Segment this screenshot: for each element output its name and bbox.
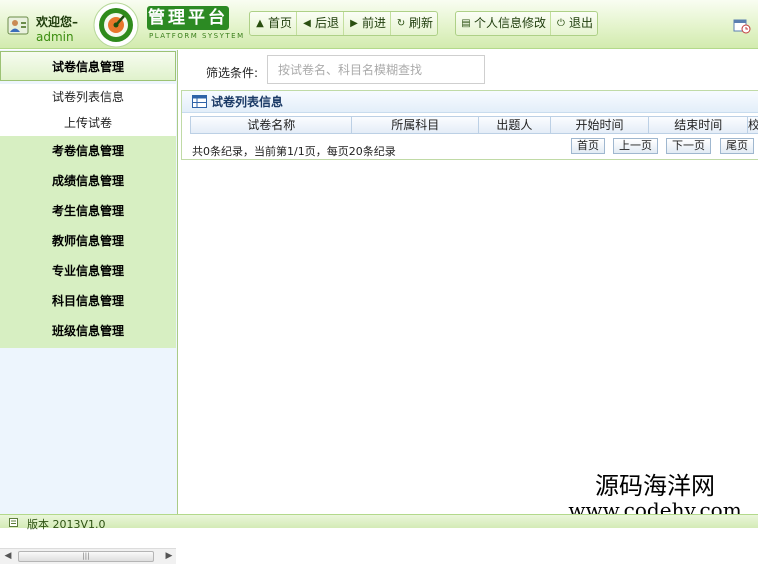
top-header: 欢迎您– admin 管理平台 PLATFORM SYSYTEM ▲ 首页 ◀ … [0,0,758,49]
logo-gauge-icon [93,2,139,48]
forward-icon: ▶ [350,18,358,29]
column-header-truncated[interactable]: 校 [748,117,758,133]
next-page-button[interactable]: 下一页 [666,138,711,154]
menu-section-exam-paper[interactable]: 试卷信息管理 [0,51,176,81]
logo-subtitle: PLATFORM SYSYTEM [149,32,245,40]
prev-page-button[interactable]: 上一页 [613,138,658,154]
scrollbar-thumb[interactable]: ||| [18,551,154,562]
scroll-left-icon[interactable]: ◀ [3,551,13,561]
document-icon [9,518,18,527]
home-button[interactable]: ▲ 首页 [250,12,298,35]
first-page-button[interactable]: 首页 [571,138,605,154]
scroll-right-icon[interactable]: ▶ [164,551,174,561]
column-header-start-time[interactable]: 开始时间 [551,117,650,133]
profile-edit-button[interactable]: ▤ 个人信息修改 [456,12,552,35]
logout-button[interactable]: ⏻ 退出 [551,12,597,35]
forward-button[interactable]: ▶ 前进 [344,12,392,35]
welcome-text: 欢迎您– [36,15,79,29]
menu-section-major[interactable]: 专业信息管理 [0,256,176,286]
panel-title: 试卷列表信息 [182,91,758,113]
menu-section-class[interactable]: 班级信息管理 [0,316,176,346]
watermark-cn: 源码海洋网 [595,472,715,500]
filter-search-input[interactable] [267,55,485,84]
home-icon: ▲ [256,18,264,29]
filter-label: 筛选条件: [206,66,259,80]
column-header-subject[interactable]: 所属科目 [352,117,479,133]
menu-item-upload-paper[interactable]: 上传试卷 [0,110,176,136]
menu-item-exam-paper-list[interactable]: 试卷列表信息 [0,84,176,110]
menu-section-teacher[interactable]: 教师信息管理 [0,226,176,256]
menu-section-score[interactable]: 成绩信息管理 [0,166,176,196]
back-button[interactable]: ◀ 后退 [297,12,345,35]
logo-title: 管理平台 [147,6,229,30]
back-icon: ◀ [303,18,311,29]
user-icon [7,16,29,35]
version-text: 版本 2013V1.0 [27,518,106,531]
power-icon: ⏻ [557,18,565,29]
column-header-paper-name[interactable]: 试卷名称 [191,117,353,133]
main-content: 筛选条件: 试卷列表信息 试卷名称 所属科目 出题人 开始时间 结束时间 校 共… [180,50,758,514]
menu-section-examinee[interactable]: 考生信息管理 [0,196,176,226]
exam-paper-list-panel: 试卷列表信息 试卷名称 所属科目 出题人 开始时间 结束时间 校 共0条纪录，当… [181,90,758,160]
nav-toolbar: ▲ 首页 ◀ 后退 ▶ 前进 ↻ 刷新 [249,11,439,36]
refresh-icon: ↻ [396,18,406,29]
table-icon [192,95,207,108]
username: admin [36,30,74,44]
user-toolbar: ▤ 个人信息修改 ⏻ 退出 [455,11,599,36]
menu-section-subject[interactable]: 科目信息管理 [0,286,176,316]
menu-section-exam-sheet[interactable]: 考卷信息管理 [0,136,176,166]
pager-summary: 共0条纪录，当前第1/1页，每页20条纪录 [192,145,396,158]
table-header: 试卷名称 所属科目 出题人 开始时间 结束时间 校 [190,116,758,134]
footer-bar: 版本 2013V1.0 [0,514,758,531]
sidebar: 试卷信息管理 试卷列表信息 上传试卷 考卷信息管理 成绩信息管理 考生信息管理 … [0,50,178,564]
last-page-button[interactable]: 尾页 [720,138,754,154]
column-header-author[interactable]: 出题人 [479,117,551,133]
profile-icon: ▤ [461,18,471,29]
column-header-end-time[interactable]: 结束时间 [649,117,749,133]
menu-section-list: 考卷信息管理 成绩信息管理 考生信息管理 教师信息管理 专业信息管理 科目信息管… [0,136,176,348]
refresh-button[interactable]: ↻ 刷新 [391,12,437,35]
sidebar-horizontal-scrollbar[interactable]: ◀ ||| ▶ [0,548,176,564]
calendar-clock-icon[interactable] [733,18,751,34]
